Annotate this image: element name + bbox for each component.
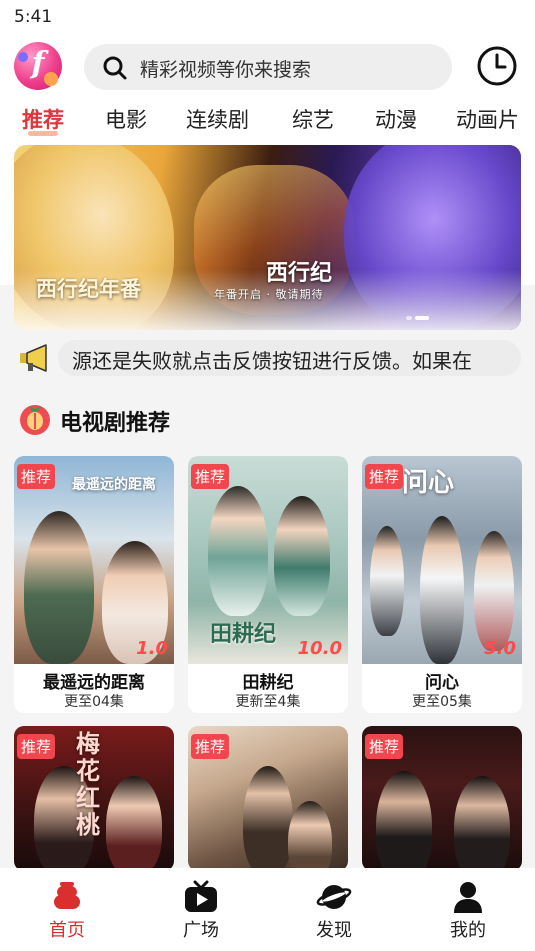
video-card[interactable]: 推荐: [362, 726, 522, 871]
video-card[interactable]: 田耕纪 推荐 10.0 田耕纪 更新至4集: [188, 456, 348, 713]
banner-logo-title: 西行纪: [266, 261, 333, 286]
search-icon: [103, 56, 127, 80]
header: f 精彩视频等你来搜索: [0, 42, 535, 92]
poster-figure: [370, 526, 404, 636]
search-placeholder: 精彩视频等你来搜索: [140, 59, 312, 81]
video-title: 田耕纪: [242, 673, 294, 693]
recommend-badge: 推荐: [191, 734, 230, 759]
tab-active-indicator: [28, 131, 58, 136]
clock-icon[interactable]: [476, 45, 518, 87]
planet-icon: [316, 885, 352, 909]
video-card[interactable]: 梅花红桃 推荐: [14, 726, 174, 871]
bottom-nav: 首页 广场 发现 我的: [0, 868, 535, 951]
recommend-badge: 推荐: [191, 464, 230, 489]
poster-title: 梅花红桃: [76, 729, 100, 839]
tab-movie[interactable]: 电影: [105, 104, 147, 134]
rating: 5.0: [484, 638, 516, 659]
tab-recommend[interactable]: 推荐: [22, 104, 64, 134]
carousel-indicator: [403, 305, 429, 324]
nav-label: 我的: [450, 920, 486, 941]
rating: 10.0: [297, 638, 342, 659]
video-title: 最遥远的距离: [43, 673, 145, 693]
carousel-dot: [406, 316, 412, 320]
rating: 1.0: [136, 638, 168, 659]
banner-carousel[interactable]: 西行纪 年番开启 · 敬请期待 西行纪年番: [14, 145, 521, 330]
poster-figure: [243, 766, 293, 871]
video-title: 问心: [425, 673, 459, 693]
poster-title: 最遥远的距离: [72, 477, 156, 493]
banner-caption: 西行纪年番: [36, 277, 141, 301]
category-tabs: 推荐 电影 连续剧 综艺 动漫 动画片: [0, 104, 535, 136]
recommend-badge: 推荐: [365, 734, 404, 759]
poster-figure: [274, 496, 330, 616]
tab-variety[interactable]: 综艺: [292, 104, 334, 134]
recommend-badge: 推荐: [17, 464, 56, 489]
video-card[interactable]: 最遥远的距离 推荐 1.0 最遥远的距离 更至04集: [14, 456, 174, 713]
poster-figure: [24, 511, 94, 664]
notice-marquee: 源还是失败就点击反馈按钮进行反馈。如果在: [58, 340, 521, 376]
search-bar[interactable]: 精彩视频等你来搜索: [84, 44, 452, 90]
tomato-icon: [20, 405, 50, 435]
logo-letter: f: [31, 46, 45, 81]
poster-figure: [474, 531, 514, 651]
video-card[interactable]: 问心 推荐 5.0 问心 更至05集: [362, 456, 522, 713]
nav-label: 发现: [316, 920, 352, 941]
section-title: 电视剧推荐: [60, 411, 171, 436]
nav-me[interactable]: 我的: [428, 880, 508, 942]
poster-figure: [288, 801, 332, 871]
megaphone-icon: [20, 344, 47, 372]
video-card[interactable]: 推荐: [188, 726, 348, 871]
notice-text: 源还是失败就点击反馈按钮进行反馈。如果在: [72, 349, 472, 373]
status-time: 5:41: [14, 7, 53, 27]
episode-status: 更至04集: [64, 694, 124, 710]
carousel-dot-active: [415, 316, 429, 320]
user-icon: [454, 882, 482, 913]
tab-anime[interactable]: 动漫: [375, 104, 417, 134]
poster-figure: [376, 771, 432, 871]
poster-figure: [454, 776, 510, 871]
nav-discover[interactable]: 发现: [294, 880, 374, 942]
poster-figure: [208, 486, 268, 616]
poster-figure: [420, 516, 464, 664]
recommend-badge: 推荐: [365, 464, 404, 489]
tab-series[interactable]: 连续剧: [186, 104, 249, 134]
nav-home[interactable]: 首页: [27, 880, 107, 942]
episode-status: 更新至4集: [235, 694, 301, 710]
banner-logo-subtitle: 年番开启 · 敬请期待: [214, 288, 324, 301]
app-logo-icon[interactable]: f: [14, 42, 62, 90]
poster-title: 问心: [402, 468, 455, 498]
tab-cartoon[interactable]: 动画片: [456, 104, 519, 134]
nav-label: 广场: [183, 920, 219, 941]
recommend-badge: 推荐: [17, 734, 56, 759]
nav-label: 首页: [49, 920, 85, 941]
notice-bar[interactable]: 源还是失败就点击反馈按钮进行反馈。如果在: [14, 340, 521, 376]
home-hat-icon: [54, 882, 80, 909]
tv-play-icon: [185, 880, 217, 912]
episode-status: 更至05集: [412, 694, 472, 710]
nav-square[interactable]: 广场: [161, 880, 241, 942]
poster-title: 田耕纪: [210, 621, 277, 647]
